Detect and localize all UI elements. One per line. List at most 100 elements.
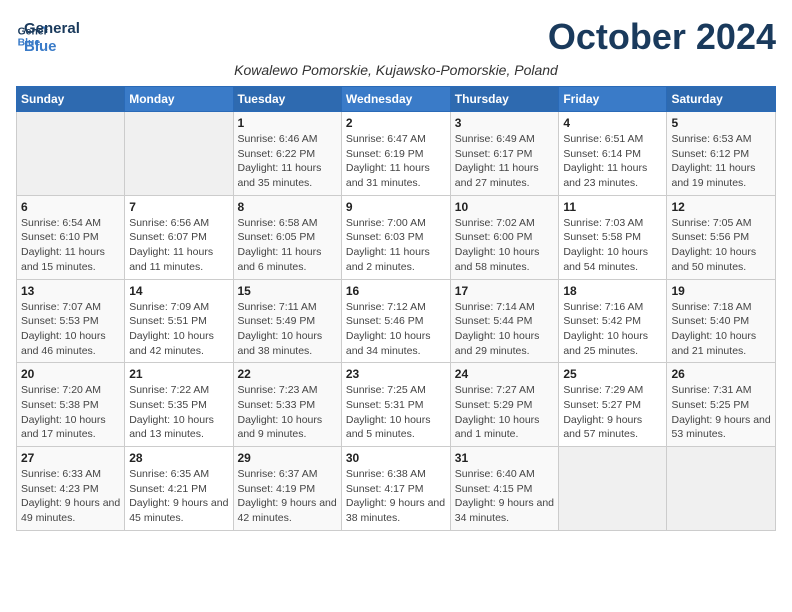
calendar-week-row: 1 Sunrise: 6:46 AM Sunset: 6:22 PM Dayli… [17,112,776,196]
sunrise-text: Sunrise: 7:05 AM [671,217,751,229]
day-info: Sunrise: 6:58 AM Sunset: 6:05 PM Dayligh… [238,216,337,275]
day-number: 24 [455,367,555,381]
sunrise-text: Sunrise: 7:09 AM [129,301,209,313]
sunset-text: Sunset: 6:22 PM [238,148,316,160]
weekday-header-thursday: Thursday [450,87,559,112]
sunset-text: Sunset: 5:53 PM [21,315,99,327]
calendar-cell: 24 Sunrise: 7:27 AM Sunset: 5:29 PM Dayl… [450,363,559,447]
calendar-table: SundayMondayTuesdayWednesdayThursdayFrid… [16,86,776,531]
day-info: Sunrise: 7:12 AM Sunset: 5:46 PM Dayligh… [346,300,446,359]
daylight-text: Daylight: 11 hours and 15 minutes. [21,246,105,273]
day-info: Sunrise: 6:47 AM Sunset: 6:19 PM Dayligh… [346,132,446,191]
day-number: 25 [563,367,662,381]
sunset-text: Sunset: 5:33 PM [238,399,316,411]
daylight-text: Daylight: 11 hours and 11 minutes. [129,246,213,273]
sunrise-text: Sunrise: 7:27 AM [455,384,535,396]
sunset-text: Sunset: 5:42 PM [563,315,641,327]
calendar-cell: 4 Sunrise: 6:51 AM Sunset: 6:14 PM Dayli… [559,112,667,196]
calendar-cell: 7 Sunrise: 6:56 AM Sunset: 6:07 PM Dayli… [125,195,233,279]
sunset-text: Sunset: 5:29 PM [455,399,533,411]
day-info: Sunrise: 7:14 AM Sunset: 5:44 PM Dayligh… [455,300,555,359]
weekday-header-wednesday: Wednesday [341,87,450,112]
day-info: Sunrise: 6:40 AM Sunset: 4:15 PM Dayligh… [455,467,555,526]
day-number: 10 [455,200,555,214]
sunrise-text: Sunrise: 6:58 AM [238,217,318,229]
logo-blue: Blue [24,38,80,56]
day-number: 14 [129,284,228,298]
calendar-cell: 3 Sunrise: 6:49 AM Sunset: 6:17 PM Dayli… [450,112,559,196]
daylight-text: Daylight: 9 hours and 57 minutes. [563,414,642,441]
day-number: 20 [21,367,120,381]
month-title: October 2024 [548,16,776,58]
daylight-text: Daylight: 9 hours and 53 minutes. [671,414,770,441]
day-info: Sunrise: 7:16 AM Sunset: 5:42 PM Dayligh… [563,300,662,359]
sunrise-text: Sunrise: 7:03 AM [563,217,643,229]
day-info: Sunrise: 6:33 AM Sunset: 4:23 PM Dayligh… [21,467,120,526]
calendar-cell: 11 Sunrise: 7:03 AM Sunset: 5:58 PM Dayl… [559,195,667,279]
sunset-text: Sunset: 6:17 PM [455,148,533,160]
sunset-text: Sunset: 5:46 PM [346,315,424,327]
calendar-cell [559,447,667,531]
day-info: Sunrise: 7:03 AM Sunset: 5:58 PM Dayligh… [563,216,662,275]
daylight-text: Daylight: 10 hours and 58 minutes. [455,246,540,273]
sunrise-text: Sunrise: 6:46 AM [238,133,318,145]
day-info: Sunrise: 7:11 AM Sunset: 5:49 PM Dayligh… [238,300,337,359]
sunrise-text: Sunrise: 6:54 AM [21,217,101,229]
daylight-text: Daylight: 10 hours and 21 minutes. [671,330,756,357]
day-info: Sunrise: 6:53 AM Sunset: 6:12 PM Dayligh… [671,132,771,191]
calendar-cell: 22 Sunrise: 7:23 AM Sunset: 5:33 PM Dayl… [233,363,341,447]
sunrise-text: Sunrise: 7:23 AM [238,384,318,396]
daylight-text: Daylight: 10 hours and 9 minutes. [238,414,323,441]
day-number: 29 [238,451,337,465]
weekday-header-saturday: Saturday [667,87,776,112]
sunrise-text: Sunrise: 7:12 AM [346,301,426,313]
day-info: Sunrise: 7:25 AM Sunset: 5:31 PM Dayligh… [346,383,446,442]
sunrise-text: Sunrise: 7:00 AM [346,217,426,229]
daylight-text: Daylight: 9 hours and 42 minutes. [238,497,337,524]
calendar-cell: 25 Sunrise: 7:29 AM Sunset: 5:27 PM Dayl… [559,363,667,447]
daylight-text: Daylight: 11 hours and 19 minutes. [671,162,755,189]
daylight-text: Daylight: 9 hours and 45 minutes. [129,497,228,524]
calendar-cell: 5 Sunrise: 6:53 AM Sunset: 6:12 PM Dayli… [667,112,776,196]
calendar-cell: 9 Sunrise: 7:00 AM Sunset: 6:03 PM Dayli… [341,195,450,279]
day-info: Sunrise: 6:49 AM Sunset: 6:17 PM Dayligh… [455,132,555,191]
sunset-text: Sunset: 6:10 PM [21,231,99,243]
sunrise-text: Sunrise: 7:22 AM [129,384,209,396]
day-number: 15 [238,284,337,298]
day-info: Sunrise: 7:29 AM Sunset: 5:27 PM Dayligh… [563,383,662,442]
sunrise-text: Sunrise: 6:40 AM [455,468,535,480]
day-number: 30 [346,451,446,465]
day-info: Sunrise: 7:00 AM Sunset: 6:03 PM Dayligh… [346,216,446,275]
day-info: Sunrise: 7:22 AM Sunset: 5:35 PM Dayligh… [129,383,228,442]
day-info: Sunrise: 6:37 AM Sunset: 4:19 PM Dayligh… [238,467,337,526]
day-number: 8 [238,200,337,214]
day-number: 9 [346,200,446,214]
calendar-week-row: 6 Sunrise: 6:54 AM Sunset: 6:10 PM Dayli… [17,195,776,279]
sunrise-text: Sunrise: 7:11 AM [238,301,317,313]
daylight-text: Daylight: 9 hours and 34 minutes. [455,497,554,524]
calendar-cell: 21 Sunrise: 7:22 AM Sunset: 5:35 PM Dayl… [125,363,233,447]
sunrise-text: Sunrise: 7:25 AM [346,384,426,396]
sunrise-text: Sunrise: 6:56 AM [129,217,209,229]
calendar-cell: 20 Sunrise: 7:20 AM Sunset: 5:38 PM Dayl… [17,363,125,447]
daylight-text: Daylight: 10 hours and 42 minutes. [129,330,214,357]
day-info: Sunrise: 6:54 AM Sunset: 6:10 PM Dayligh… [21,216,120,275]
calendar-cell: 15 Sunrise: 7:11 AM Sunset: 5:49 PM Dayl… [233,279,341,363]
day-number: 27 [21,451,120,465]
sunrise-text: Sunrise: 6:33 AM [21,468,101,480]
daylight-text: Daylight: 10 hours and 46 minutes. [21,330,106,357]
daylight-text: Daylight: 10 hours and 1 minute. [455,414,540,441]
day-number: 11 [563,200,662,214]
daylight-text: Daylight: 10 hours and 38 minutes. [238,330,323,357]
sunset-text: Sunset: 6:07 PM [129,231,207,243]
day-number: 18 [563,284,662,298]
sunset-text: Sunset: 5:58 PM [563,231,641,243]
daylight-text: Daylight: 10 hours and 17 minutes. [21,414,106,441]
sunrise-text: Sunrise: 6:38 AM [346,468,426,480]
sunrise-text: Sunrise: 7:20 AM [21,384,101,396]
daylight-text: Daylight: 10 hours and 25 minutes. [563,330,648,357]
calendar-week-row: 27 Sunrise: 6:33 AM Sunset: 4:23 PM Dayl… [17,447,776,531]
sunset-text: Sunset: 6:00 PM [455,231,533,243]
weekday-header-tuesday: Tuesday [233,87,341,112]
sunrise-text: Sunrise: 6:47 AM [346,133,426,145]
